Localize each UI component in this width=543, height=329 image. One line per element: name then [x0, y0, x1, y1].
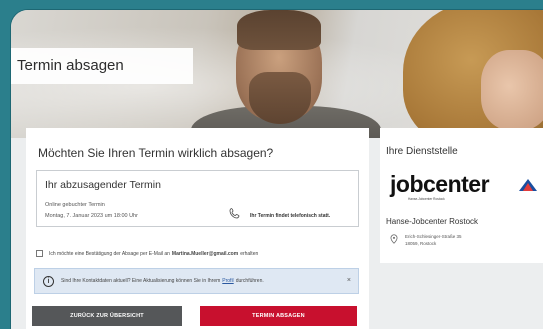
- contact-info-banner: i Sind Ihre Kontaktdaten aktuell? Eine A…: [34, 268, 359, 294]
- app-screen: Termin absagen Möchten Sie Ihren Termin …: [10, 9, 543, 329]
- appointment-summary: Ihr abzusagender Termin Online gebuchter…: [36, 170, 359, 227]
- page-title: Termin absagen: [11, 48, 193, 84]
- phone-icon: [229, 208, 240, 219]
- email-confirmation-row[interactable]: Ich möchte eine Bestätigung der Absage p…: [36, 250, 258, 257]
- profile-link[interactable]: Profil: [222, 278, 233, 284]
- confirm-question: Möchten Sie Ihren Termin wirklich absage…: [38, 146, 274, 160]
- appointment-heading: Ihr abzusagender Termin: [45, 179, 161, 191]
- office-panel: Ihre Dienststelle jobcenter Hanse-Jobcen…: [380, 128, 543, 263]
- appointment-type: Online gebuchter Termin: [45, 202, 105, 208]
- office-city: 18059, Rostock: [405, 241, 437, 246]
- phone-note: Ihr Termin findet telefonisch statt.: [250, 213, 331, 219]
- cancel-appointment-button[interactable]: TERMIN ABSAGEN: [200, 306, 357, 326]
- office-name: Hanse-Jobcenter Rostock: [386, 217, 479, 226]
- appointment-datetime: Montag, 7. Januar 2023 um 18:00 Uhr: [45, 213, 138, 219]
- email-confirmation-checkbox[interactable]: [36, 250, 43, 257]
- logo-subline: Hanse-Jobcenter Rostock: [408, 197, 445, 201]
- office-heading: Ihre Dienststelle: [386, 146, 458, 157]
- close-icon[interactable]: ×: [347, 277, 351, 284]
- logo-mark-icon: [519, 179, 537, 191]
- jobcenter-logo: jobcenter Hanse-Jobcenter Rostock: [390, 172, 540, 204]
- email-address: Martina.Mueller@gmail.com: [171, 250, 239, 257]
- email-confirmation-suffix: erhalten: [240, 250, 259, 257]
- cancel-appointment-card: Möchten Sie Ihren Termin wirklich absage…: [26, 128, 369, 329]
- info-text-end: durchführen.: [235, 278, 264, 284]
- info-icon: i: [43, 275, 54, 287]
- back-to-overview-button[interactable]: ZURÜCK ZUR ÜBERSICHT: [32, 306, 182, 326]
- location-pin-icon: [390, 234, 398, 244]
- logo-wordmark: jobcenter: [390, 171, 490, 197]
- email-confirmation-label: Ich möchte eine Bestätigung der Absage p…: [49, 250, 170, 257]
- info-text: Sind Ihre Kontaktdaten aktuell? Eine Akt…: [61, 278, 221, 284]
- office-street: Erich-Schlesinger-Straße 35: [405, 234, 462, 239]
